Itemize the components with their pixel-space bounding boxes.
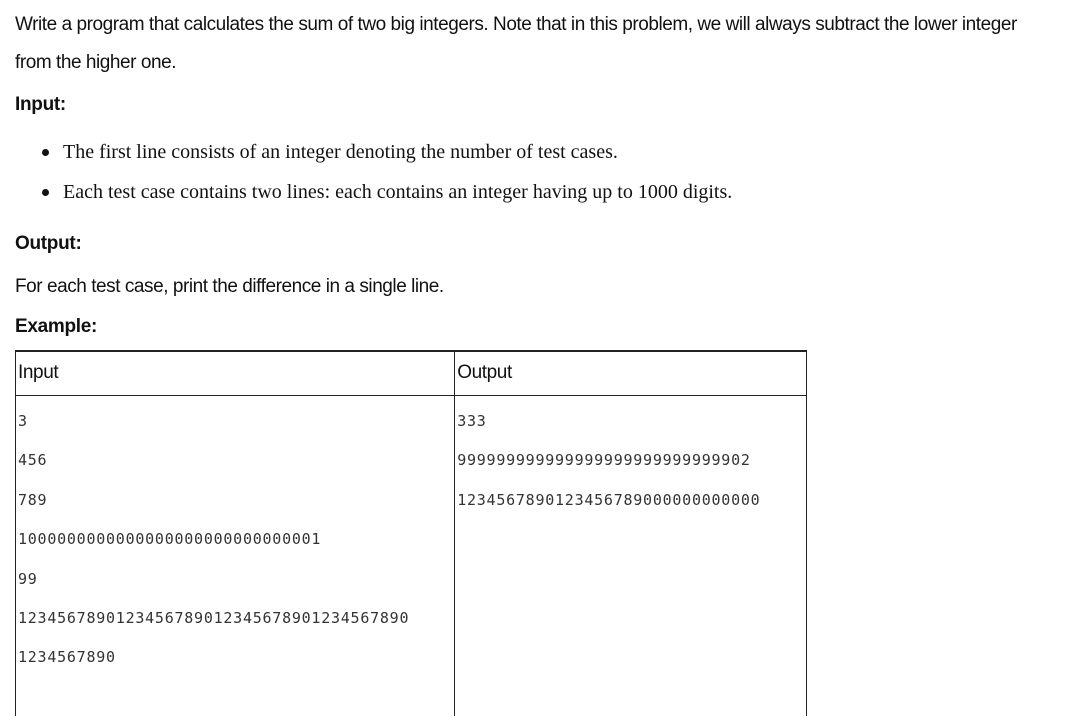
- problem-statement: Write a program that calculates the sum …: [15, 6, 1055, 82]
- bullet-dot-icon: [42, 189, 49, 196]
- example-table-row: 3 456 789 100000000000000000000000000000…: [16, 396, 807, 716]
- output-heading: Output:: [15, 233, 81, 255]
- output-description: For each test case, print the difference…: [15, 268, 444, 306]
- input-bullet-item: Each test case contains two lines: each …: [15, 172, 732, 212]
- sample-output-line: 1234567890123456789000000000000: [457, 481, 806, 520]
- input-column-header: Input: [16, 351, 455, 396]
- bullet-text: The first line consists of an integer de…: [63, 141, 618, 163]
- sample-input-line: 1234567890123456789012345678901234567890: [18, 599, 454, 638]
- input-heading: Input:: [15, 94, 66, 116]
- input-bullet-item: The first line consists of an integer de…: [15, 132, 732, 172]
- input-bullet-list: The first line consists of an integer de…: [15, 132, 732, 212]
- sample-output-line: 333: [457, 402, 806, 441]
- sample-input-line: 3: [18, 402, 454, 441]
- example-table-header-row: Input Output: [16, 351, 807, 396]
- sample-input-line: 99: [18, 560, 454, 599]
- sample-input-line: 456: [18, 441, 454, 480]
- example-heading: Example:: [15, 316, 97, 338]
- sample-output-cell: 333 999999999999999999999999999902 12345…: [455, 396, 807, 716]
- output-column-header: Output: [455, 351, 807, 396]
- sample-input-line: 789: [18, 481, 454, 520]
- sample-input-line: 1234567890: [18, 638, 454, 677]
- sample-input-cell: 3 456 789 100000000000000000000000000000…: [16, 396, 455, 716]
- bullet-text: Each test case contains two lines: each …: [63, 181, 732, 203]
- sample-output-line: 999999999999999999999999999902: [457, 441, 806, 480]
- sample-input-line: 1000000000000000000000000000001: [18, 520, 454, 559]
- bullet-dot-icon: [42, 149, 49, 156]
- example-table: Input Output 3 456 789 10000000000000000…: [15, 350, 807, 716]
